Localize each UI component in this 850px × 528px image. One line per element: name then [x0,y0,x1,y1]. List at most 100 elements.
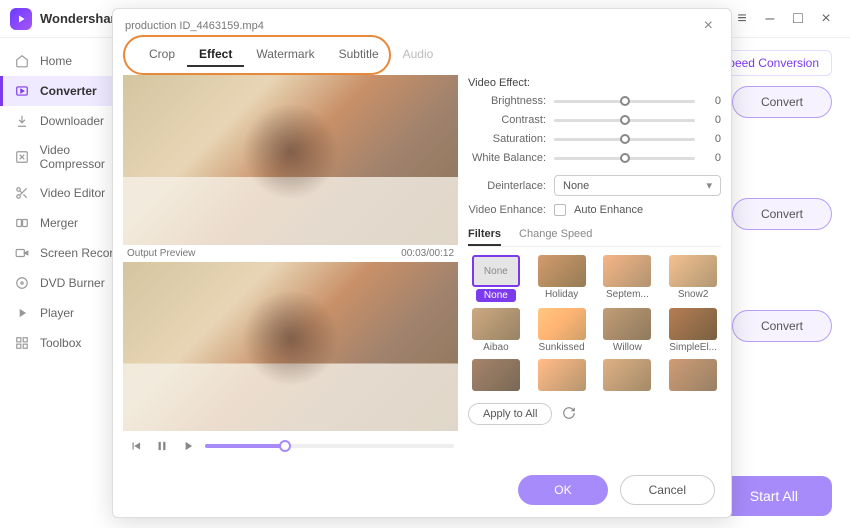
slider-label-2: Saturation: [468,133,546,145]
filter-sunkissed[interactable]: Sunkissed [534,308,590,353]
output-preview-label: Output Preview [127,248,195,259]
filter-thumb [472,308,520,340]
filter-thumb [669,255,717,287]
filter-thumb [538,308,586,340]
deinterlace-label: Deinterlace: [468,180,546,192]
download-icon [14,113,30,129]
filter-thumb [669,359,717,391]
tab-audio: Audio [391,43,446,67]
sidebar-item-label: Converter [40,84,97,98]
video-preview-output [123,262,458,432]
menu-icon[interactable]: ≡ [728,5,756,33]
filter-name: Septem... [606,289,649,300]
convert-button-1[interactable]: Convert [732,86,832,118]
filter-name: Holiday [545,289,578,300]
deinterlace-value: None [563,180,589,192]
filter-name: Aibao [483,342,509,353]
filter-none[interactable]: None None [468,255,524,302]
playback-time: 00:03/00:12 [401,248,454,259]
convert-button-3[interactable]: Convert [732,310,832,342]
filter-thumb: None [472,255,520,287]
prev-icon[interactable] [127,437,145,455]
filter-name: Sunkissed [539,342,585,353]
pause-icon[interactable] [153,437,171,455]
filter-simpleel[interactable]: SimpleEl... [665,308,721,353]
filter-item-9[interactable] [534,359,590,393]
filter-item-10[interactable] [600,359,656,393]
slider-label-1: Contrast: [468,114,546,126]
sidebar-item-label: Toolbox [40,336,81,350]
record-icon [14,245,30,261]
modal-filename: production ID_4463159.mp4 [125,20,264,32]
slider-label-0: Brightness: [468,95,546,107]
filter-holiday[interactable]: Holiday [534,255,590,302]
filter-item-11[interactable] [665,359,721,393]
deinterlace-select[interactable]: None ▾ [554,175,721,196]
filter-septem[interactable]: Septem... [600,255,656,302]
maximize-icon[interactable]: □ [784,5,812,33]
subtab-filters[interactable]: Filters [468,224,501,246]
refresh-icon[interactable] [562,406,578,422]
sidebar-item-label: Player [40,306,74,320]
auto-enhance-label: Auto Enhance [574,204,643,216]
slider-saturation[interactable] [554,138,695,141]
filter-thumb [538,359,586,391]
subtab-change-speed[interactable]: Change Speed [519,224,592,246]
home-icon [14,53,30,69]
close-icon[interactable]: × [812,5,840,33]
convert-button-2[interactable]: Convert [732,198,832,230]
app-brand: Wondershare [40,11,123,26]
filters-grid: None None Holiday Septem... Snow2 Aibao Sunkis… [468,255,721,393]
progress-bar[interactable] [205,444,454,448]
sidebar-item-label: Video Editor [40,186,105,200]
sidebar-item-label: Downloader [40,114,104,128]
slider-value-2: 0 [703,133,721,145]
app-logo [10,8,32,30]
filter-name: None [476,289,516,302]
convert-icon [14,83,30,99]
modal-close-icon[interactable]: × [698,15,719,37]
filter-item-8[interactable] [468,359,524,393]
filter-aibao[interactable]: Aibao [468,308,524,353]
modal-tabs: CropEffectWatermarkSubtitleAudio [123,39,721,71]
auto-enhance-checkbox[interactable] [554,204,566,216]
cancel-button[interactable]: Cancel [620,475,715,505]
video-preview-original [123,75,458,245]
video-effect-title: Video Effect: [468,77,721,89]
sidebar-item-label: Merger [40,216,78,230]
tab-effect[interactable]: Effect [187,43,244,67]
start-all-button[interactable]: Start All [716,476,832,516]
filter-thumb [538,255,586,287]
filter-willow[interactable]: Willow [600,308,656,353]
slider-value-1: 0 [703,114,721,126]
tab-watermark[interactable]: Watermark [244,43,326,67]
filter-name: Snow2 [678,289,709,300]
tab-subtitle[interactable]: Subtitle [327,43,391,67]
filter-thumb [669,308,717,340]
merge-icon [14,215,30,231]
minimize-icon[interactable]: – [756,5,784,33]
grid-icon [14,335,30,351]
disc-icon [14,275,30,291]
filter-thumb [472,359,520,391]
scissors-icon [14,185,30,201]
apply-to-all-button[interactable]: Apply to All [468,403,552,425]
chevron-down-icon: ▾ [706,179,712,192]
slider-brightness[interactable] [554,100,695,103]
sidebar-item-label: DVD Burner [40,276,105,290]
play-icon[interactable] [179,437,197,455]
slider-value-0: 0 [703,95,721,107]
ok-button[interactable]: OK [518,475,607,505]
slider-whitebalance[interactable] [554,157,695,160]
slider-contrast[interactable] [554,119,695,122]
filter-thumb [603,308,651,340]
slider-label-3: White Balance: [468,152,546,164]
slider-value-3: 0 [703,152,721,164]
compress-icon [14,149,30,165]
filter-thumb [603,359,651,391]
filter-snow2[interactable]: Snow2 [665,255,721,302]
effect-modal: production ID_4463159.mp4 × CropEffectWa… [112,8,732,518]
filter-thumb [603,255,651,287]
play-icon [14,305,30,321]
tab-crop[interactable]: Crop [137,43,187,67]
